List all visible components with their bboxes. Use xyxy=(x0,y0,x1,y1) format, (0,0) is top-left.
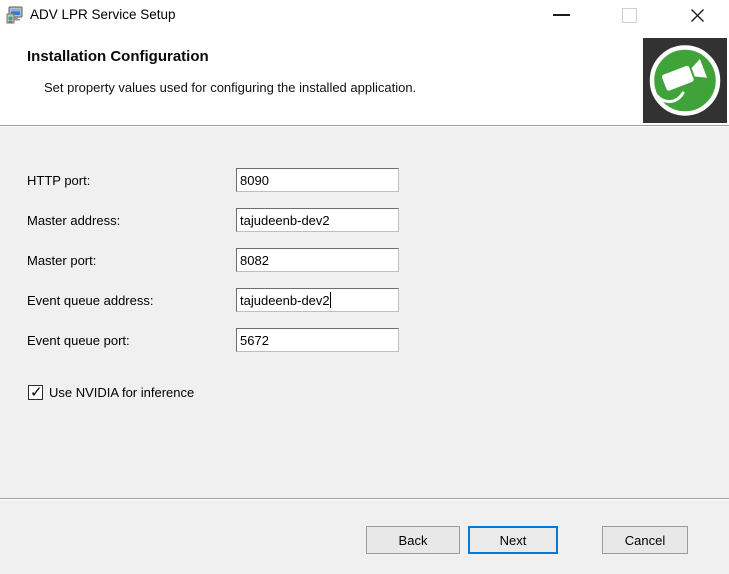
back-button[interactable]: Back xyxy=(366,526,460,554)
footer-divider-highlight xyxy=(0,499,729,500)
maximize-icon xyxy=(622,8,637,23)
maximize-button xyxy=(607,0,652,30)
close-icon xyxy=(690,8,705,23)
field-value: 8082 xyxy=(240,253,269,268)
nvidia-checkbox[interactable]: ✓ xyxy=(28,385,43,400)
event-queue-port-input[interactable]: 5672 xyxy=(236,328,399,352)
field-value: 8090 xyxy=(240,173,269,188)
field-label-event-queue-port: Event queue port: xyxy=(27,328,130,353)
field-value: 5672 xyxy=(240,333,269,348)
text-caret xyxy=(330,292,331,308)
master-port-input[interactable]: 8082 xyxy=(236,248,399,272)
cctv-camera-icon xyxy=(643,38,727,123)
field-value: tajudeenb-dev2 xyxy=(240,213,330,228)
title-bar: ADV LPR Service Setup xyxy=(0,0,729,30)
checkmark-icon: ✓ xyxy=(30,383,43,401)
page-subtitle: Set property values used for configuring… xyxy=(44,80,416,95)
minimize-button[interactable] xyxy=(539,0,584,30)
field-label-master-port: Master port: xyxy=(27,248,96,273)
master-address-input[interactable]: tajudeenb-dev2 xyxy=(236,208,399,232)
dialog-header: Installation Configuration Set property … xyxy=(0,30,729,125)
http-port-input[interactable]: 8090 xyxy=(236,168,399,192)
product-logo-banner xyxy=(643,38,727,123)
window-title: ADV LPR Service Setup xyxy=(30,0,176,30)
minimize-icon xyxy=(553,14,570,16)
field-label-master-address: Master address: xyxy=(27,208,120,233)
next-button[interactable]: Next xyxy=(468,526,558,554)
cancel-button[interactable]: Cancel xyxy=(602,526,688,554)
page-title: Installation Configuration xyxy=(27,48,209,65)
event-queue-address-input[interactable]: tajudeenb-dev2 xyxy=(236,288,399,312)
close-button[interactable] xyxy=(675,0,720,30)
field-label-http-port: HTTP port: xyxy=(27,168,90,193)
installer-window: ADV LPR Service Setup Installation Confi… xyxy=(0,0,729,574)
msi-installer-icon xyxy=(6,6,24,24)
field-label-event-queue-address: Event queue address: xyxy=(27,288,153,313)
nvidia-checkbox-row[interactable]: ✓ Use NVIDIA for inference xyxy=(28,383,194,401)
nvidia-checkbox-label: Use NVIDIA for inference xyxy=(49,385,194,400)
field-value: tajudeenb-dev2 xyxy=(240,293,330,308)
